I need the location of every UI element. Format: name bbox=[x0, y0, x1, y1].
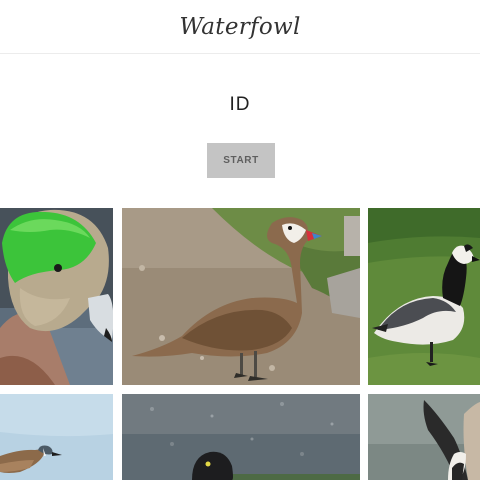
goose-photo bbox=[368, 208, 480, 385]
site-header: Waterfowl bbox=[0, 0, 480, 54]
pintail-photo bbox=[122, 208, 360, 385]
start-button[interactable]: START bbox=[207, 143, 275, 178]
gallery-image-wigeon[interactable] bbox=[0, 208, 113, 385]
teal-photo bbox=[0, 394, 113, 480]
gallery-image-goose[interactable] bbox=[368, 208, 480, 385]
site-title[interactable]: Waterfowl bbox=[179, 14, 300, 40]
gallery-image-teal[interactable] bbox=[0, 394, 113, 480]
gallery-image-diving-duck[interactable] bbox=[122, 394, 360, 480]
gallery-image-flying-bird[interactable] bbox=[368, 394, 480, 480]
diving-duck-photo bbox=[122, 394, 360, 480]
wigeon-photo bbox=[0, 208, 113, 385]
gallery-image-pintail[interactable] bbox=[122, 208, 360, 385]
page-title: ID bbox=[229, 94, 251, 115]
flying-bird-photo bbox=[368, 394, 480, 480]
